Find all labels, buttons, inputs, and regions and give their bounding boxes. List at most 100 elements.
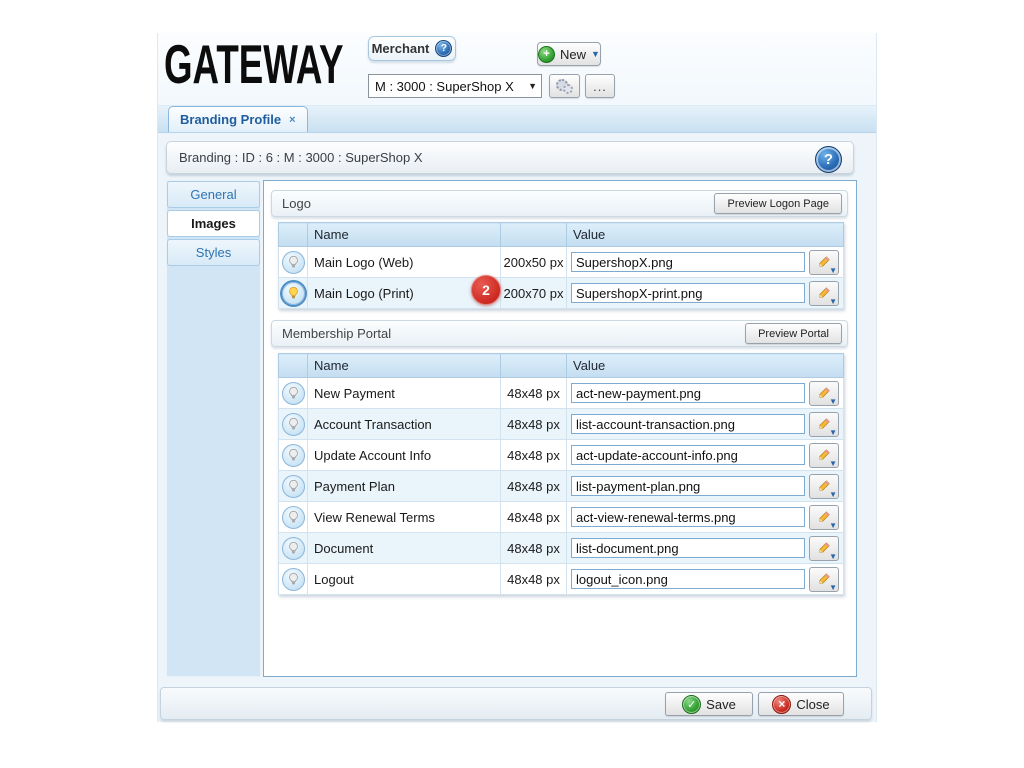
bulb-on-icon [281, 281, 305, 305]
tab-label: Branding Profile [180, 112, 282, 127]
settings-button[interactable] [549, 74, 580, 98]
image-name: View Renewal Terms [307, 501, 501, 533]
merchant-label-text: Merchant [371, 41, 430, 56]
chevron-down-icon: ▼ [829, 296, 837, 306]
chevron-down-icon: ▼ [829, 551, 837, 561]
logo-table: Name Value Main Logo (Web) 200x50 px ▼ [278, 222, 844, 309]
merchant-label: Merchant ? [368, 36, 456, 61]
chevron-down-icon: ▼ [829, 520, 837, 530]
edit-image-button[interactable]: ▼ [809, 535, 839, 561]
sidebar-item-general[interactable]: General [167, 181, 260, 208]
bulb-icon [281, 412, 305, 436]
image-filename-input[interactable] [571, 414, 805, 434]
column-header-icon [278, 353, 308, 378]
image-filename-input[interactable] [571, 507, 805, 527]
section-title: Membership Portal [282, 326, 392, 341]
image-filename-input[interactable] [571, 538, 805, 558]
table-row: Main Logo (Print) 200x70 px ▼ [278, 277, 844, 309]
bulb-icon [281, 474, 305, 498]
bulb-icon [281, 443, 305, 467]
image-filename-input[interactable] [571, 283, 805, 303]
merchant-select-wrap: M : 3000 : SuperShop X ▼ [368, 74, 542, 98]
image-size: 200x70 px [500, 277, 567, 309]
image-name: Logout [307, 563, 501, 595]
bulb-icon [281, 381, 305, 405]
column-header-value: Value [566, 353, 844, 378]
image-filename-input[interactable] [571, 383, 805, 403]
image-filename-input[interactable] [571, 569, 805, 589]
chevron-down-icon: ▼ [829, 396, 837, 406]
tab-branding-profile[interactable]: Branding Profile × [168, 106, 308, 132]
save-button-label: Save [706, 696, 736, 712]
app-window: GATEWAY Merchant ? + New ▼ M : 3000 : Su… [157, 33, 877, 722]
portal-table: Name Value New Payment 48x48 px ▼ [278, 353, 844, 595]
edit-image-button[interactable]: ▼ [809, 280, 839, 306]
image-name: Document [307, 532, 501, 564]
new-button[interactable]: + New ▼ [537, 42, 601, 66]
table-row: New Payment 48x48 px ▼ [278, 377, 844, 409]
chevron-down-icon: ▼ [829, 265, 837, 275]
image-size: 48x48 px [500, 563, 567, 595]
image-size: 48x48 px [500, 408, 567, 440]
close-button-label: Close [796, 696, 830, 712]
sidebar-item-styles[interactable]: Styles [167, 239, 260, 266]
table-row: Account Transaction 48x48 px ▼ [278, 408, 844, 440]
table-row: Payment Plan 48x48 px ▼ [278, 470, 844, 502]
image-name: Update Account Info [307, 439, 501, 471]
app-header: GATEWAY Merchant ? + New ▼ M : 3000 : Su… [158, 33, 876, 105]
save-check-icon: ✓ [682, 694, 702, 714]
breadcrumb-bar: Branding : ID : 6 : M : 3000 : SuperShop… [166, 141, 854, 174]
edit-image-button[interactable]: ▼ [809, 473, 839, 499]
edit-image-button[interactable]: ▼ [809, 249, 839, 275]
image-size: 48x48 px [500, 377, 567, 409]
edit-image-button[interactable]: ▼ [809, 380, 839, 406]
bulb-icon [281, 250, 305, 274]
edit-image-button[interactable]: ▼ [809, 442, 839, 468]
plus-icon: + [538, 45, 556, 63]
image-name: Account Transaction [307, 408, 501, 440]
edit-image-button[interactable]: ▼ [809, 566, 839, 592]
table-row: Update Account Info 48x48 px ▼ [278, 439, 844, 471]
close-button[interactable]: × Close [758, 692, 844, 716]
table-header-row: Name Value [278, 222, 844, 247]
column-header-value: Value [566, 222, 844, 247]
table-row: View Renewal Terms 48x48 px ▼ [278, 501, 844, 533]
sidebar: General Images Styles [166, 180, 261, 677]
section-title: Logo [282, 196, 311, 211]
column-header-name: Name [307, 353, 501, 378]
bulb-icon [281, 536, 305, 560]
preview-logon-page-button[interactable]: Preview Logon Page [714, 193, 842, 214]
gateway-logo: GATEWAY [164, 33, 344, 96]
column-header-name: Name [307, 222, 501, 247]
save-button[interactable]: ✓ Save [665, 692, 753, 716]
column-header-size [500, 353, 567, 378]
sidebar-item-images[interactable]: Images [167, 210, 260, 237]
more-button[interactable]: ... [585, 74, 615, 98]
table-header-row: Name Value [278, 353, 844, 378]
image-name: Main Logo (Web) [307, 246, 501, 278]
tab-close-icon[interactable]: × [289, 114, 295, 126]
breadcrumb: Branding : ID : 6 : M : 3000 : SuperShop… [179, 150, 423, 165]
bulb-icon [281, 505, 305, 529]
preview-portal-button[interactable]: Preview Portal [745, 323, 842, 344]
image-size: 48x48 px [500, 532, 567, 564]
merchant-select[interactable]: M : 3000 : SuperShop X [368, 74, 542, 98]
table-row: Document 48x48 px ▼ [278, 532, 844, 564]
edit-image-button[interactable]: ▼ [809, 411, 839, 437]
edit-image-button[interactable]: ▼ [809, 504, 839, 530]
help-button[interactable]: ? [815, 146, 842, 173]
annotation-badge: 2 [471, 275, 501, 305]
image-filename-input[interactable] [571, 476, 805, 496]
bulb-icon [281, 567, 305, 591]
image-filename-input[interactable] [571, 445, 805, 465]
chevron-down-icon: ▼ [591, 49, 600, 59]
gears-icon [556, 78, 573, 94]
chevron-down-icon: ▼ [829, 582, 837, 592]
image-size: 48x48 px [500, 439, 567, 471]
column-header-icon [278, 222, 308, 247]
column-header-size [500, 222, 567, 247]
footer-bar: ✓ Save × Close [160, 687, 872, 720]
image-filename-input[interactable] [571, 252, 805, 272]
help-icon[interactable]: ? [435, 40, 453, 57]
image-name: Payment Plan [307, 470, 501, 502]
